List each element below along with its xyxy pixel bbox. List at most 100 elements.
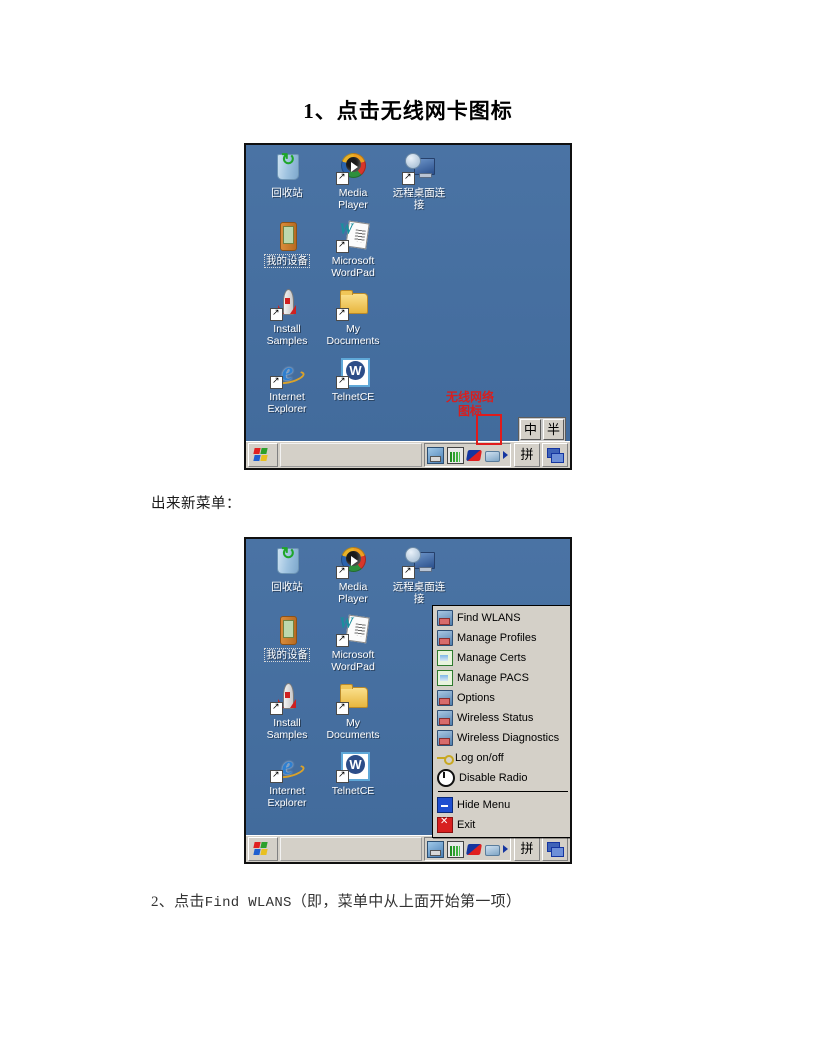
connection-icon[interactable]	[485, 842, 500, 857]
start-button[interactable]	[248, 443, 278, 467]
desktop-icon-internet-explorer[interactable]: e Internet Explorer	[254, 751, 320, 810]
desktop-icon-install-samples[interactable]: Install Samples	[254, 683, 320, 741]
start-button[interactable]	[248, 837, 278, 861]
desktop-1: 回收站 Media Player 远程桌面连 接 我的设备	[246, 145, 570, 442]
menu-item-find-wlans[interactable]: Find WLANS	[433, 608, 570, 628]
menu-item-label: Log on/off	[455, 752, 504, 764]
signal-bars-icon[interactable]	[447, 840, 464, 858]
desktop-icon-label: Install Samples	[266, 323, 308, 347]
menu-item-exit[interactable]: Exit	[433, 815, 570, 835]
wireless-status-icon	[437, 710, 453, 726]
media-player-icon	[336, 153, 370, 185]
step2-command: Find WLANS	[204, 895, 292, 911]
desktop-icon-label: Internet Explorer	[267, 785, 307, 809]
desktop-icon-label: 回收站	[271, 187, 303, 199]
desktop-icon-label: My Documents	[326, 323, 380, 347]
windows-flag-icon	[253, 842, 269, 856]
tray-overflow-arrow-icon[interactable]	[503, 845, 508, 853]
wireless-icon[interactable]	[467, 842, 482, 857]
desktop-icon-remote-desktop[interactable]: 远程桌面连 接	[386, 153, 452, 211]
task-switch-icon[interactable]	[542, 443, 568, 467]
desktop-icon-wordpad[interactable]: W Microsoft WordPad	[320, 614, 386, 673]
menu-item-disable-radio[interactable]: Disable Radio	[433, 768, 570, 788]
shortcut-badge-icon	[336, 172, 349, 185]
paragraph-step-2: 2、点击Find WLANS（即，菜单中从上面开始第一项）	[151, 890, 521, 911]
menu-item-hide-menu[interactable]: Hide Menu	[433, 795, 570, 815]
remote-desktop-icon	[402, 153, 436, 185]
desktop-icon-wordpad[interactable]: W Microsoft WordPad	[320, 220, 386, 279]
desktop-icon-install-samples[interactable]: Install Samples	[254, 289, 320, 347]
menu-item-label: Manage Profiles	[457, 632, 537, 644]
wireless-icon[interactable]	[467, 448, 482, 463]
tray-overflow-arrow-icon[interactable]	[503, 451, 508, 459]
power-icon	[437, 769, 455, 787]
device-screenshot-2: 回收站 Media Player 远程桌面连 接 我的设备 W	[244, 537, 572, 864]
desktop-icon-media-player[interactable]: Media Player	[320, 547, 386, 605]
desktop-icon-label: Media Player	[338, 581, 368, 605]
desktop-icon-label: 我的设备	[264, 254, 310, 268]
desktop-icon-recycle-bin[interactable]: 回收站	[254, 153, 320, 199]
shortcut-badge-icon	[336, 240, 349, 253]
manage-profiles-icon	[437, 630, 453, 646]
key-icon	[437, 751, 454, 765]
desktop-icon-label: 远程桌面连 接	[392, 187, 446, 211]
menu-item-manage-pacs[interactable]: Manage PACS	[433, 668, 570, 688]
desktop-icon-remote-desktop[interactable]: 远程桌面连 接	[386, 547, 452, 605]
shortcut-badge-icon	[336, 308, 349, 321]
menu-item-label: Manage PACS	[457, 672, 529, 684]
desktop-icon-label: Media Player	[338, 187, 368, 211]
desktop-icon-my-documents[interactable]: My Documents	[320, 289, 386, 347]
my-device-icon	[270, 615, 304, 647]
taskbar-task-area	[280, 443, 422, 467]
network-icon[interactable]	[427, 840, 444, 858]
network-icon[interactable]	[427, 446, 444, 464]
wireless-context-menu[interactable]: Find WLANS Manage Profiles Manage Certs …	[432, 605, 570, 838]
shortcut-badge-icon	[336, 770, 349, 783]
my-documents-icon	[336, 289, 370, 321]
menu-item-options[interactable]: Options	[433, 688, 570, 708]
system-tray	[424, 837, 511, 861]
ime-mode-button[interactable]: 拼	[514, 443, 540, 467]
ime-key-full-half-2[interactable]: 半	[543, 419, 564, 440]
manage-pacs-icon	[437, 670, 453, 686]
ime-floating-bar[interactable]: 中 半	[518, 417, 566, 442]
desktop-icon-label: TelnetCE	[331, 391, 375, 403]
connection-icon[interactable]	[485, 448, 500, 463]
desktop-icon-my-documents[interactable]: My Documents	[320, 683, 386, 741]
menu-item-label: Exit	[457, 819, 476, 831]
desktop-icon-label: TelnetCE	[331, 785, 375, 797]
my-documents-icon	[336, 683, 370, 715]
menu-item-label: Options	[457, 692, 495, 704]
menu-item-log-on-off[interactable]: Log on/off	[433, 748, 570, 768]
desktop-2: 回收站 Media Player 远程桌面连 接 我的设备 W	[246, 539, 570, 838]
system-tray	[424, 443, 511, 467]
menu-separator	[438, 791, 568, 792]
menu-item-wireless-status[interactable]: Wireless Status	[433, 708, 570, 728]
desktop-icon-internet-explorer[interactable]: e Internet Explorer	[254, 357, 320, 416]
desktop-icon-telnetce[interactable]: TelnetCE	[320, 751, 386, 797]
desktop-icon-label: 我的设备	[264, 648, 310, 662]
menu-item-wireless-diagnostics[interactable]: Wireless Diagnostics	[433, 728, 570, 748]
options-icon	[437, 690, 453, 706]
desktop-icon-my-device[interactable]: 我的设备	[254, 221, 320, 268]
signal-bars-icon[interactable]	[447, 446, 464, 464]
install-samples-icon	[270, 289, 304, 321]
desktop-icon-label: 远程桌面连 接	[392, 581, 446, 605]
step2-suffix: （即，菜单中从上面开始第一项）	[291, 894, 522, 910]
menu-item-label: Disable Radio	[459, 772, 528, 784]
highlight-box-wireless-icon	[476, 414, 502, 445]
find-wlans-icon	[437, 610, 453, 626]
menu-item-manage-certs[interactable]: Manage Certs	[433, 648, 570, 668]
desktop-icon-my-device[interactable]: 我的设备	[254, 615, 320, 662]
desktop-icon-media-player[interactable]: Media Player	[320, 153, 386, 211]
ime-key-full-half-1[interactable]: 中	[520, 419, 541, 440]
shortcut-badge-icon	[402, 566, 415, 579]
shortcut-badge-icon	[402, 172, 415, 185]
menu-item-manage-profiles[interactable]: Manage Profiles	[433, 628, 570, 648]
hide-menu-icon	[437, 797, 453, 813]
task-switch-icon[interactable]	[542, 837, 568, 861]
desktop-icon-telnetce[interactable]: TelnetCE	[320, 357, 386, 403]
desktop-icon-recycle-bin[interactable]: 回收站	[254, 547, 320, 593]
ime-mode-button[interactable]: 拼	[514, 837, 540, 861]
shortcut-badge-icon	[336, 634, 349, 647]
